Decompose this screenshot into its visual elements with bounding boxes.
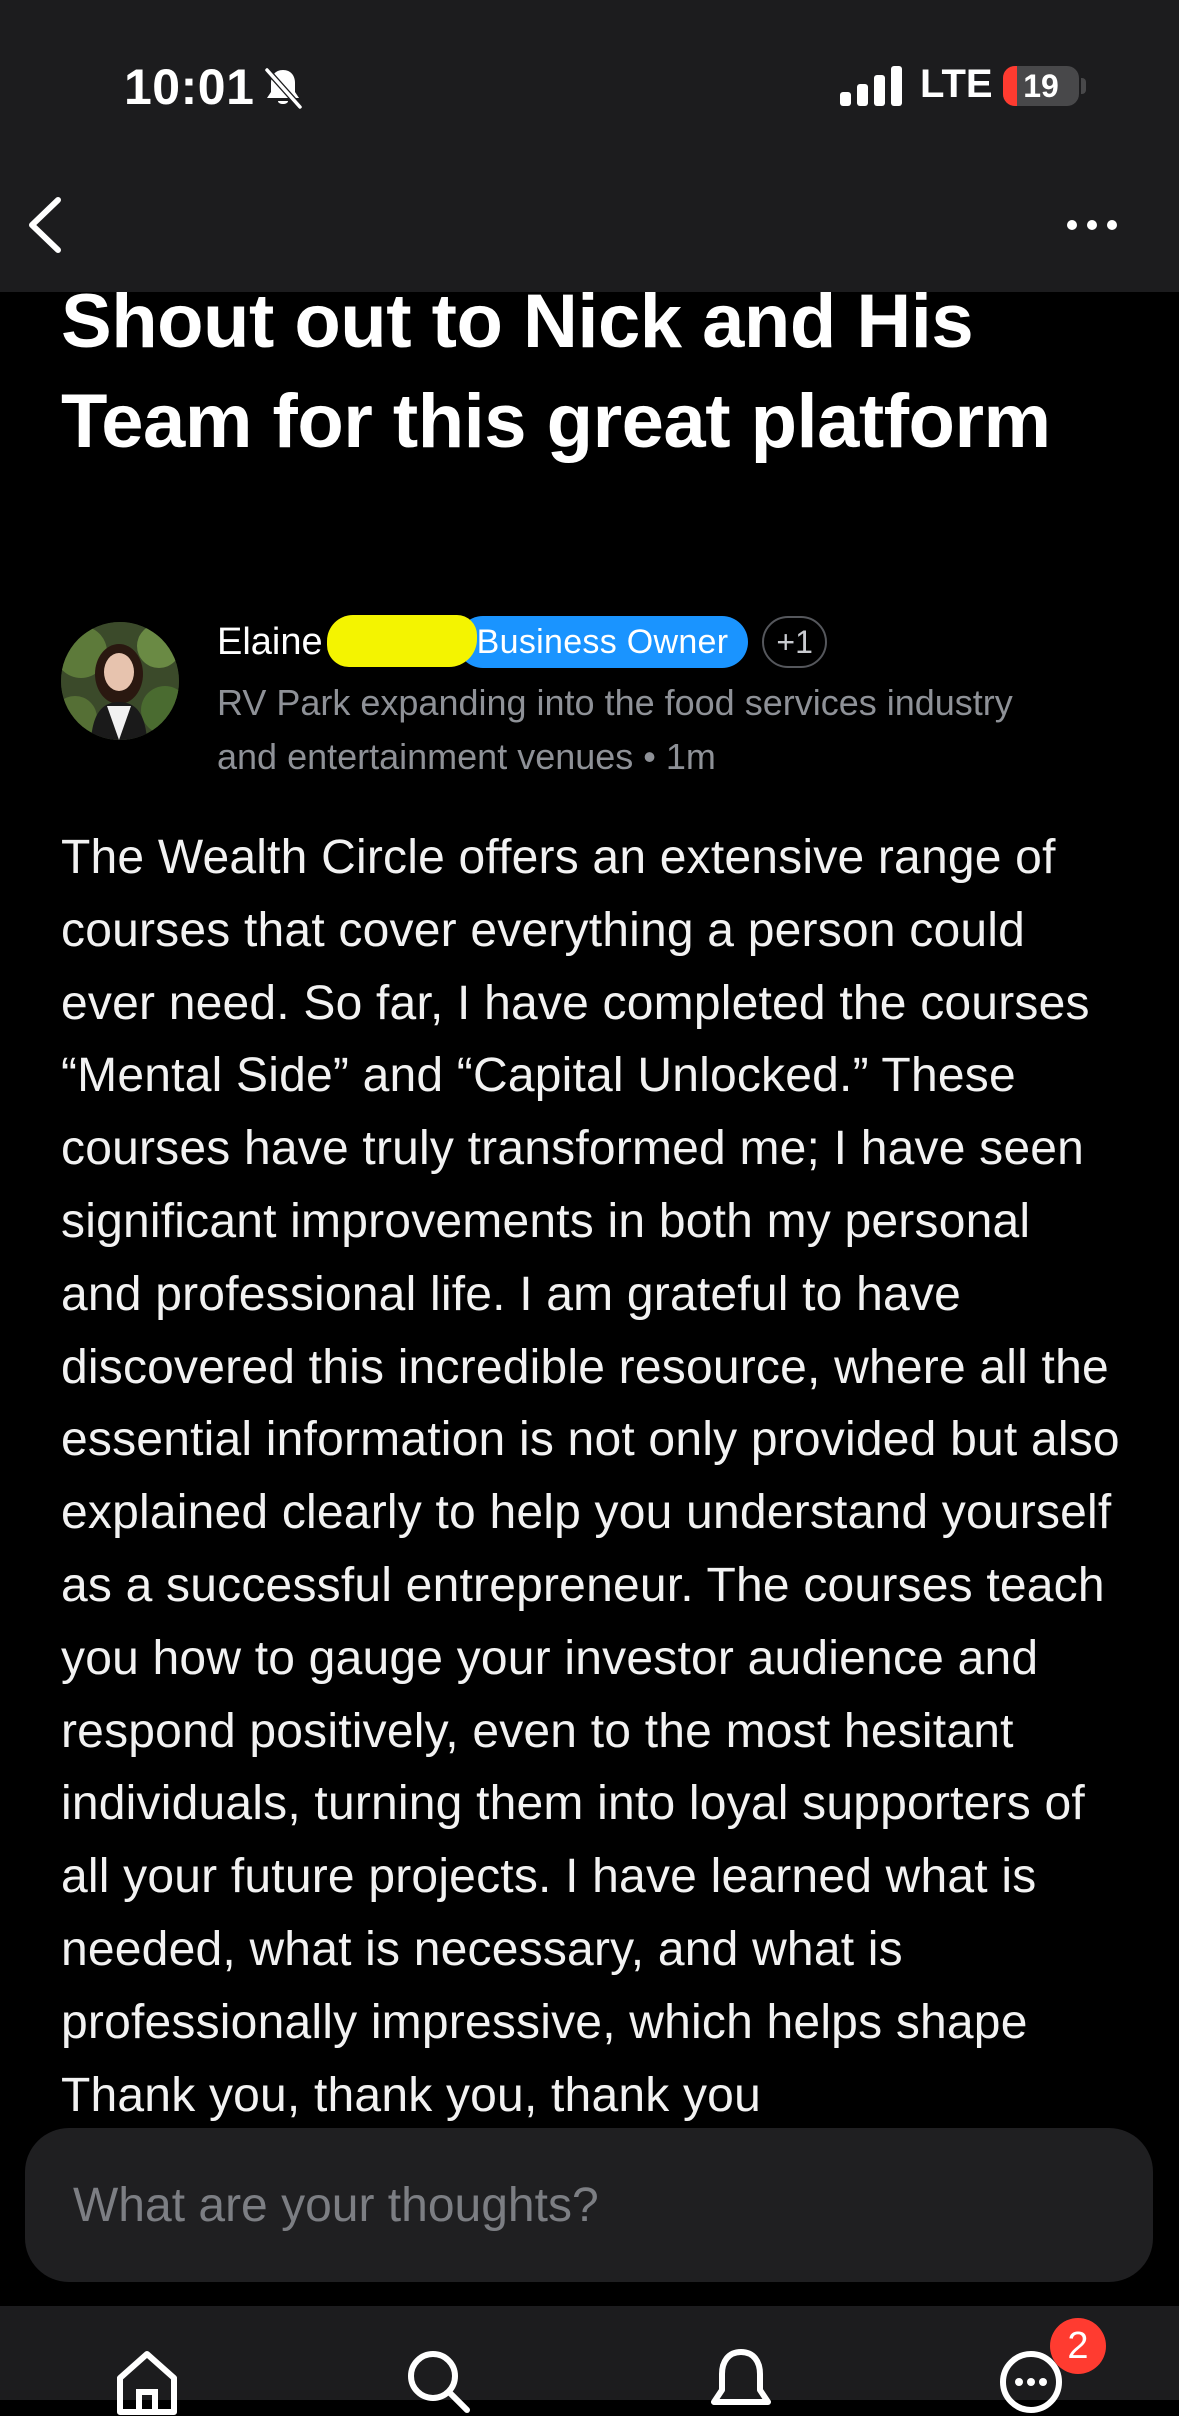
redaction-mark (327, 614, 477, 667)
avatar[interactable] (61, 622, 179, 740)
tab-search[interactable] (403, 2346, 473, 2416)
home-icon (117, 2351, 177, 2415)
post-content: Shout out to Nick and His Team for this … (0, 0, 1179, 2400)
tab-notifications[interactable] (706, 2346, 776, 2416)
author-name-wrap[interactable]: Elaine (217, 614, 477, 667)
network-type: LTE (920, 62, 993, 106)
top-bar: 10:01 LTE 19 (0, 0, 1179, 292)
comment-input[interactable] (25, 2128, 1153, 2282)
battery-nub (1081, 78, 1086, 94)
author-name: Elaine (217, 620, 323, 663)
role-badge[interactable]: Business Owner (456, 616, 749, 668)
tab-home[interactable] (112, 2346, 182, 2416)
chevron-left-icon (29, 197, 61, 253)
battery-level: 19 (1023, 68, 1059, 104)
meta-separator: • (633, 736, 666, 777)
bell-off-icon (264, 68, 303, 109)
bell-icon (711, 2349, 771, 2405)
post-body-paragraph: The Wealth Circle offers an extensive ra… (61, 831, 1120, 2049)
avatar-image (61, 622, 179, 740)
battery-icon: 19 (1003, 66, 1079, 106)
back-button[interactable] (18, 190, 78, 260)
author-headline: RV Park expanding into the food services… (217, 676, 1037, 784)
ellipsis-icon (1067, 220, 1117, 230)
tab-bar (0, 2306, 1179, 2415)
post-title: Shout out to Nick and His Team for this … (61, 279, 1051, 464)
comment-box[interactable] (25, 2128, 1153, 2282)
more-badges-badge[interactable]: +1 (762, 616, 827, 668)
post-body: The Wealth Circle offers an extensive ra… (61, 822, 1121, 2132)
author-headline-text: RV Park expanding into the food services… (217, 682, 1013, 777)
more-options-button[interactable] (1064, 200, 1120, 250)
cellular-signal-icon (840, 66, 902, 106)
post-time: 1m (665, 736, 716, 777)
messages-badge: 2 (1050, 2318, 1106, 2374)
post-body-paragraph: Thank you, thank you, thank you (61, 2068, 761, 2122)
author-line: Elaine Business Owner +1 (217, 612, 827, 672)
search-icon (408, 2351, 470, 2413)
author-block: Elaine Business Owner +1 RV Park expandi… (61, 612, 1121, 782)
status-time: 10:01 (124, 59, 255, 115)
